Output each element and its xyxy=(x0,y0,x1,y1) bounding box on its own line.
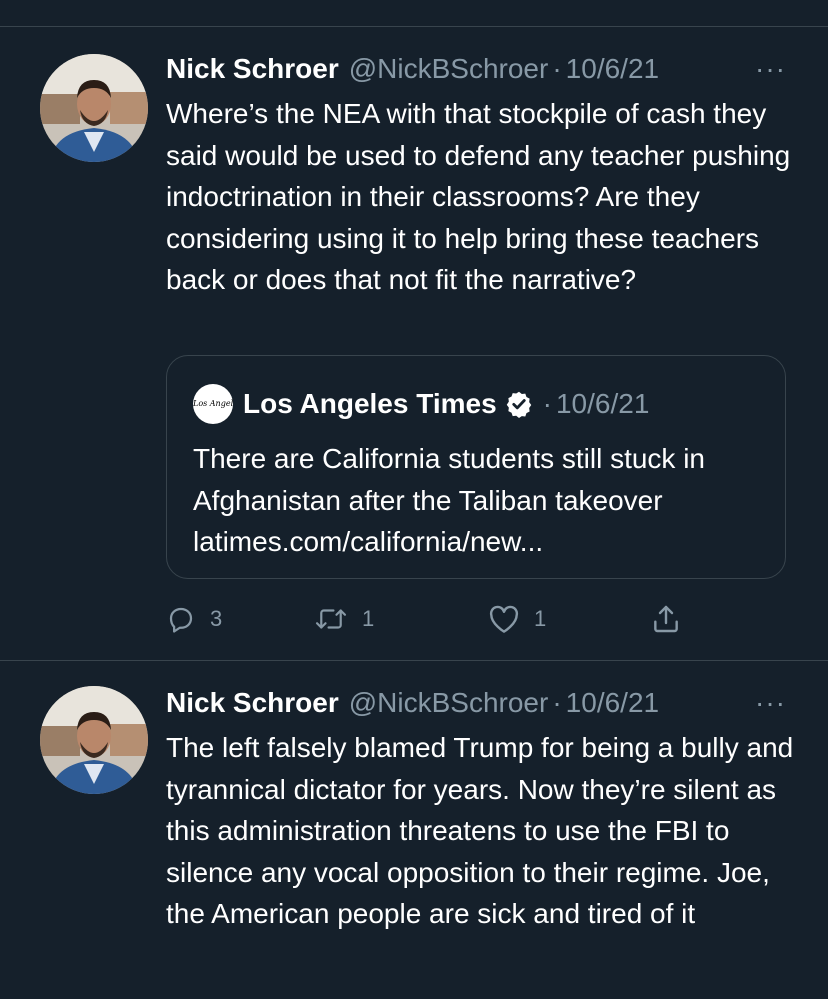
separator: · xyxy=(552,687,562,718)
more-icon[interactable]: ··· xyxy=(755,51,786,87)
timestamp[interactable]: 10/6/21 xyxy=(566,51,659,87)
tweet-header: Nick Schroer @NickBSchroer · 10/6/21 xyxy=(166,683,659,723)
retweet-icon xyxy=(314,604,348,634)
display-name[interactable]: Nick Schroer xyxy=(166,685,339,721)
share-button[interactable] xyxy=(650,599,682,639)
tweet-text: The left falsely blamed Trump for being … xyxy=(166,732,794,929)
avatar[interactable] xyxy=(40,686,148,794)
tweet[interactable]: Nick Schroer @NickBSchroer · 10/6/21 ···… xyxy=(0,661,828,999)
like-count: 1 xyxy=(534,606,547,631)
quoted-tweet-text: There are California students still stuc… xyxy=(193,443,705,557)
avatar[interactable] xyxy=(40,54,148,162)
quoted-timestamp[interactable]: 10/6/21 xyxy=(556,386,649,422)
handle[interactable]: @NickBSchroer xyxy=(349,685,549,721)
heart-icon xyxy=(488,604,520,634)
separator: · xyxy=(542,388,552,419)
retweet-button[interactable]: 1 xyxy=(314,599,374,639)
display-name[interactable]: Nick Schroer xyxy=(166,51,339,87)
tweet[interactable]: Nick Schroer @NickBSchroer · 10/6/21 ···… xyxy=(0,27,828,660)
quoted-display-name[interactable]: Los Angeles Times xyxy=(243,386,497,422)
tweet-header: Nick Schroer @NickBSchroer · 10/6/21 xyxy=(166,49,659,89)
verified-badge-icon xyxy=(505,390,533,418)
tweet-text: Where’s the NEA with that stockpile of c… xyxy=(166,98,791,295)
separator: · xyxy=(552,53,562,84)
tweet-feed: Nick Schroer @NickBSchroer · 10/6/21 ···… xyxy=(0,0,828,999)
retweet-count: 1 xyxy=(362,606,375,631)
tweet-actions: 3 1 1 xyxy=(166,599,726,639)
quoted-tweet[interactable]: Los Angeles Times Los Angeles Times · 10… xyxy=(166,355,786,579)
quoted-tweet-header: Los Angeles Times Los Angeles Times · 10… xyxy=(193,384,649,424)
handle[interactable]: @NickBSchroer xyxy=(349,51,549,87)
like-button[interactable]: 1 xyxy=(488,599,546,639)
la-times-logo-text: Los Angeles Times xyxy=(193,399,233,408)
timestamp[interactable]: 10/6/21 xyxy=(566,685,659,721)
reply-icon xyxy=(166,604,196,634)
reply-button[interactable]: 3 xyxy=(166,599,222,639)
share-icon xyxy=(650,603,682,635)
la-times-logo: Los Angeles Times xyxy=(193,384,233,424)
reply-count: 3 xyxy=(210,606,223,631)
more-icon[interactable]: ··· xyxy=(755,685,786,721)
